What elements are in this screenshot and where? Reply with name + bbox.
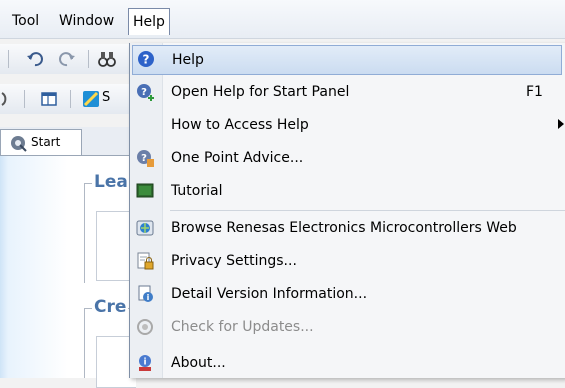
menu-item-help[interactable]: ? Help bbox=[132, 45, 562, 75]
group-title-learn: Lea bbox=[92, 172, 130, 192]
about-icon: i bbox=[139, 355, 151, 371]
menu-tool[interactable]: Tool bbox=[10, 10, 41, 32]
menu-item-label: Privacy Settings... bbox=[171, 253, 297, 269]
window-layout-icon[interactable] bbox=[40, 90, 58, 108]
svg-text:?: ? bbox=[141, 87, 147, 98]
redo-icon[interactable] bbox=[58, 50, 76, 68]
toolbar-separator bbox=[8, 50, 9, 68]
menu-item-how-to-access-help[interactable]: How to Access Help bbox=[130, 110, 565, 140]
menu-item-label: How to Access Help bbox=[171, 117, 309, 133]
find-binoculars-icon[interactable] bbox=[98, 50, 116, 68]
smart-browser-icon[interactable] bbox=[82, 90, 100, 108]
menu-item-label: Help bbox=[172, 52, 204, 68]
web-globe-icon bbox=[136, 220, 154, 236]
menu-item-privacy-settings[interactable]: Privacy Settings... bbox=[130, 246, 565, 276]
toolbar-view: S bbox=[0, 84, 135, 114]
tutorial-icon bbox=[136, 183, 154, 198]
document-tabstrip: Start bbox=[0, 127, 135, 156]
menu-item-label: About... bbox=[171, 355, 226, 371]
help-menu-dropdown: ? Help ? Open Help for Start Panel F1 Ho… bbox=[129, 43, 565, 378]
toolbar-edit bbox=[0, 44, 135, 74]
tab-start[interactable]: Start bbox=[0, 129, 82, 155]
start-panel-icon bbox=[11, 136, 27, 152]
menu-window[interactable]: Window bbox=[57, 10, 116, 32]
update-check-icon bbox=[137, 319, 153, 335]
menu-help[interactable]: Help bbox=[128, 8, 170, 35]
menu-item-label: Detail Version Information... bbox=[171, 286, 368, 302]
help-question-icon: ? bbox=[138, 51, 154, 67]
menu-item-label: Browse Renesas Electronics Microcontroll… bbox=[171, 220, 517, 236]
menu-item-open-help-start-panel[interactable]: ? Open Help for Start Panel F1 bbox=[130, 77, 565, 107]
svg-text:?: ? bbox=[143, 53, 150, 67]
menu-item-one-point-advice[interactable]: ? One Point Advice... bbox=[130, 143, 565, 173]
version-info-icon: i bbox=[138, 285, 153, 302]
menu-item-label: One Point Advice... bbox=[171, 150, 304, 166]
partial-tool-icon[interactable] bbox=[0, 90, 18, 108]
start-panel: Lea Cre bbox=[0, 156, 136, 388]
toolbar-partial-label: S bbox=[102, 90, 111, 105]
toolbar-separator bbox=[70, 90, 71, 108]
advice-icon: ? bbox=[137, 150, 154, 167]
menu-item-browse-renesas-web[interactable]: Browse Renesas Electronics Microcontroll… bbox=[130, 213, 565, 243]
tab-start-label: Start bbox=[31, 135, 61, 149]
menu-separator bbox=[170, 210, 565, 211]
group-title-create: Cre bbox=[92, 297, 129, 317]
svg-text:?: ? bbox=[141, 153, 147, 164]
group-border bbox=[84, 183, 85, 283]
submenu-arrow-icon bbox=[558, 119, 564, 129]
menu-item-tutorial[interactable]: Tutorial bbox=[130, 176, 565, 206]
menu-item-detail-version-info[interactable]: i Detail Version Information... bbox=[130, 279, 565, 309]
menu-item-label: Open Help for Start Panel bbox=[171, 84, 350, 100]
svg-text:i: i bbox=[147, 293, 150, 302]
menu-item-about[interactable]: i About... bbox=[130, 348, 565, 378]
toolbar-separator bbox=[24, 90, 25, 108]
menu-bar: Tool Window Help bbox=[0, 0, 565, 39]
privacy-lock-icon bbox=[137, 252, 154, 270]
toolbar-separator bbox=[88, 50, 89, 68]
undo-icon[interactable] bbox=[26, 50, 44, 68]
menu-item-shortcut: F1 bbox=[526, 84, 543, 100]
menu-item-label: Tutorial bbox=[171, 183, 223, 199]
menu-item-label: Check for Updates... bbox=[171, 319, 314, 335]
menu-item-check-for-updates: Check for Updates... bbox=[130, 312, 565, 342]
help-plus-icon: ? bbox=[137, 84, 154, 101]
group-border bbox=[84, 308, 85, 378]
svg-text:i: i bbox=[143, 358, 146, 368]
